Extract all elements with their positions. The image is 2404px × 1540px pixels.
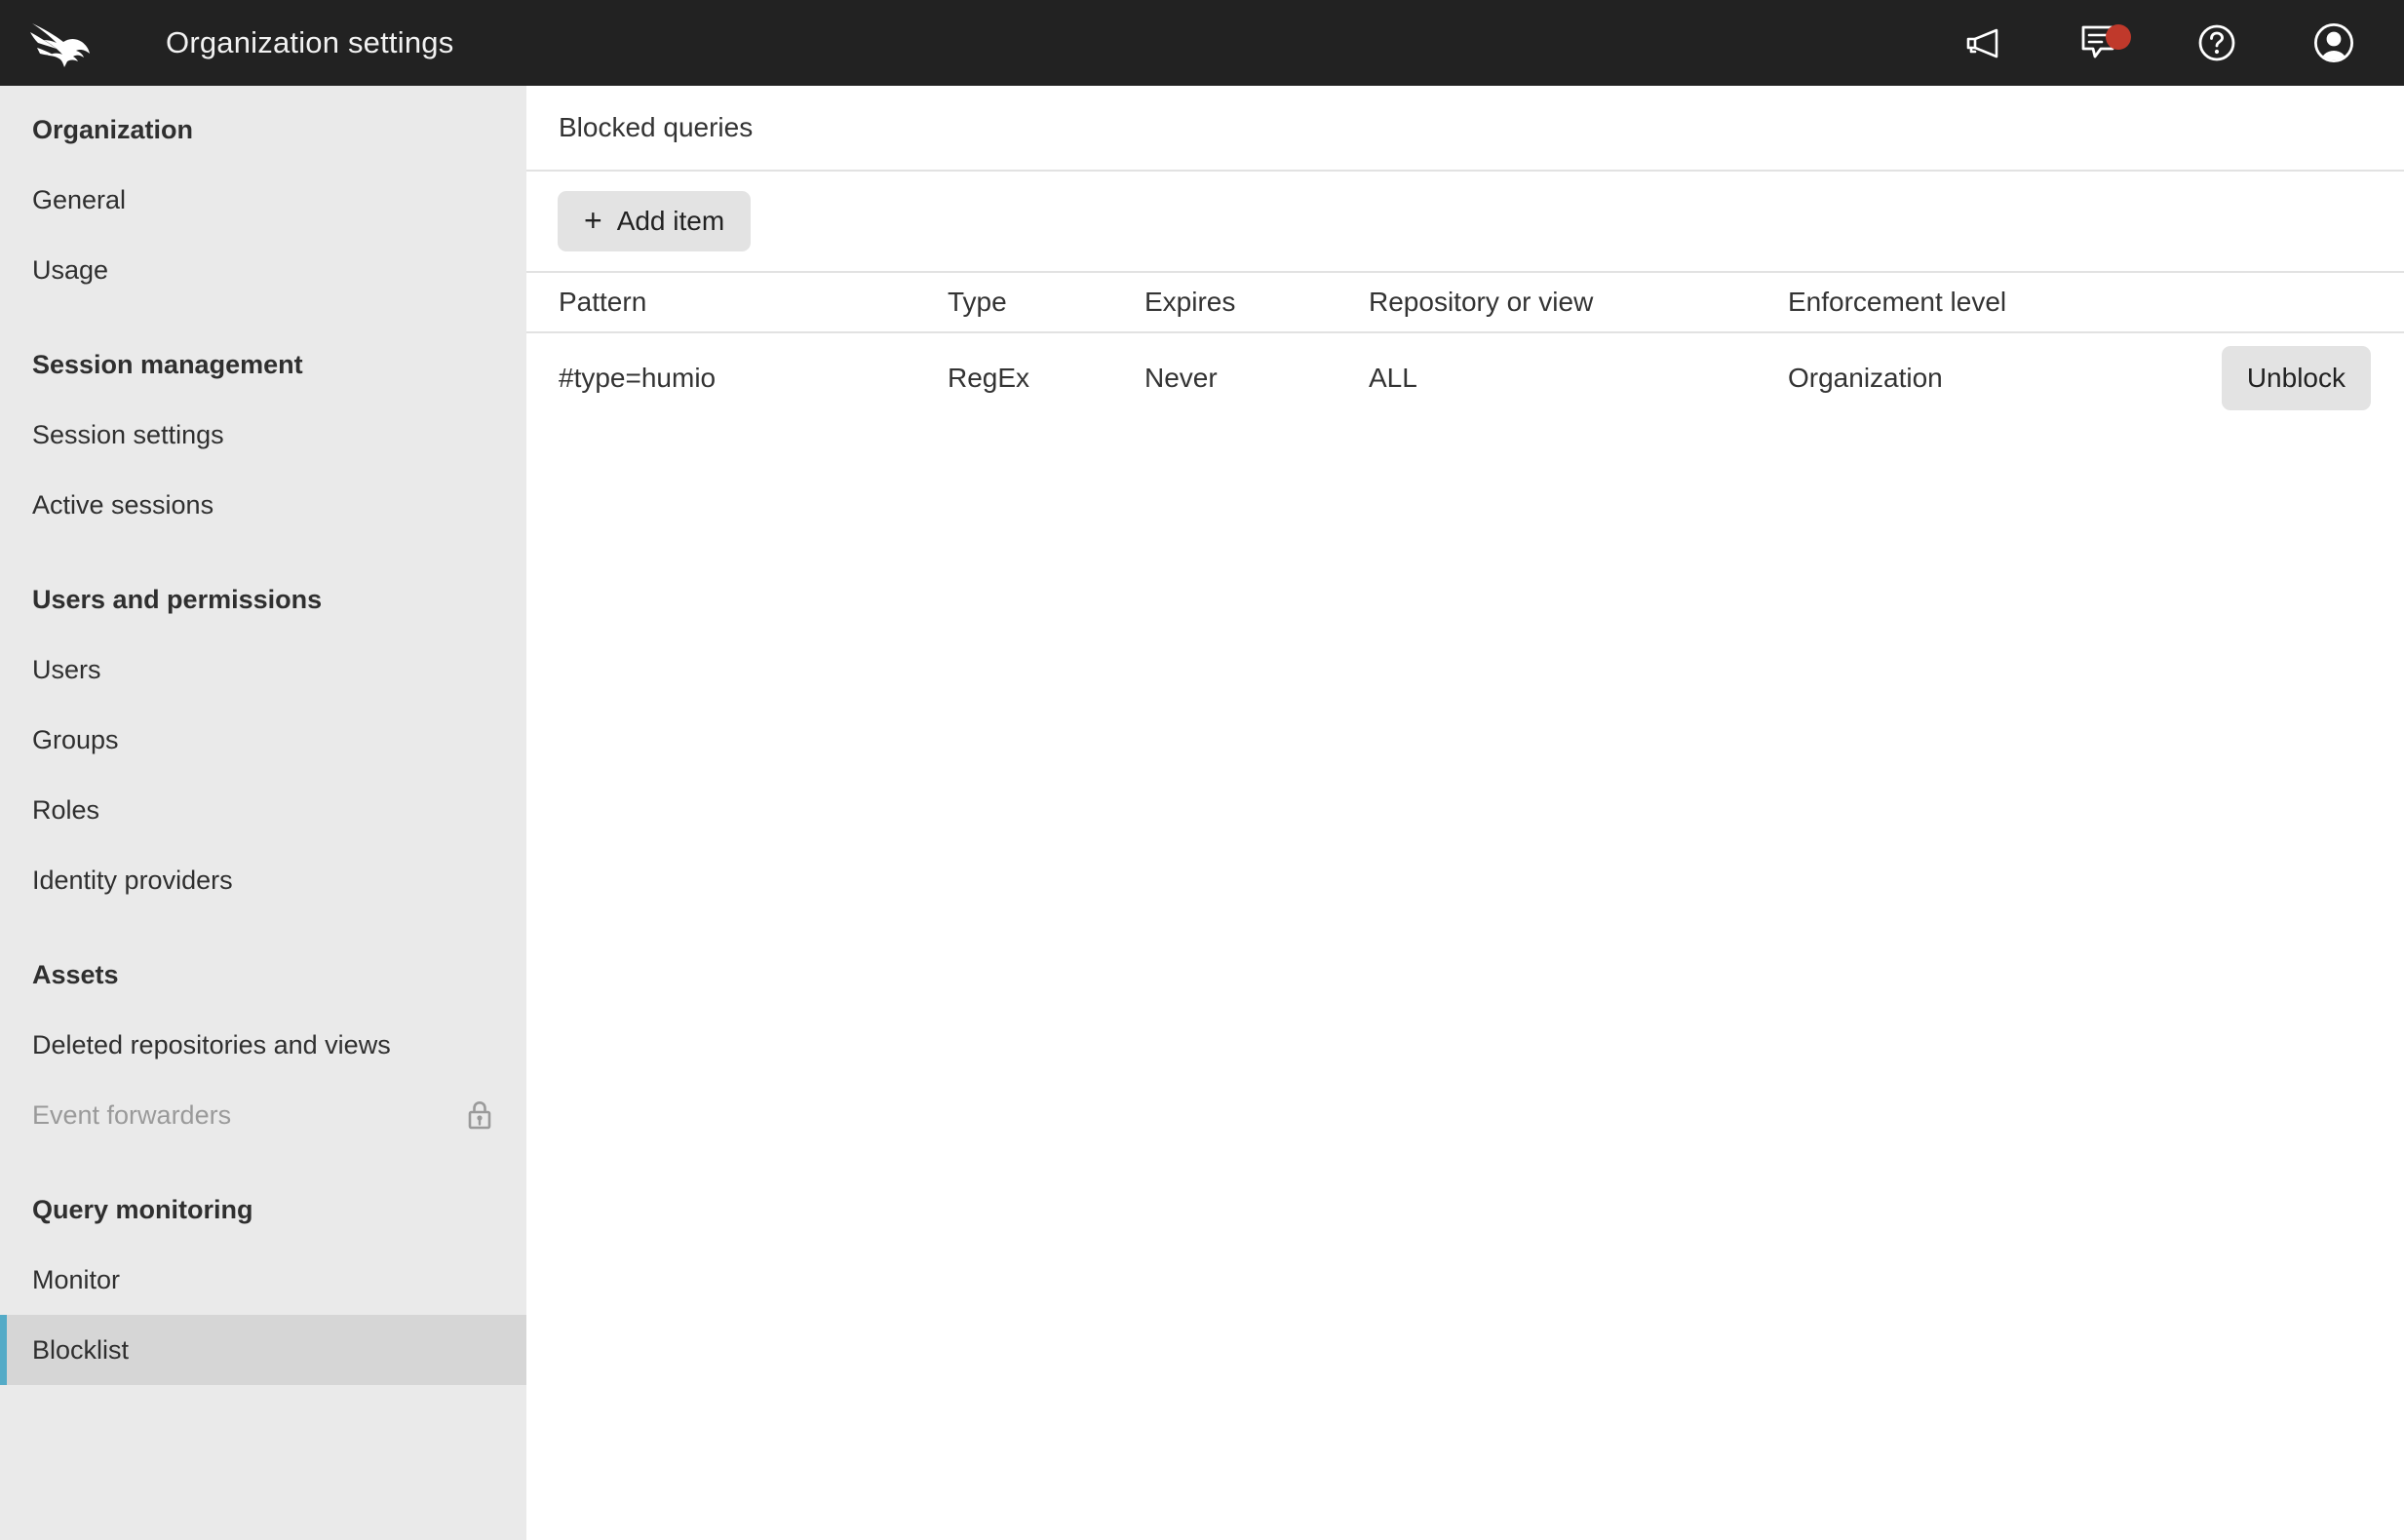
sidebar-item-label: General bbox=[32, 184, 127, 214]
cell-actions: Unblock bbox=[2207, 332, 2404, 422]
sidebar-item-users[interactable]: Users bbox=[0, 635, 526, 705]
sidebar-item-session-settings[interactable]: Session settings bbox=[0, 400, 526, 470]
sidebar-item-groups[interactable]: Groups bbox=[0, 705, 526, 775]
cell-enforcement-level: Organization bbox=[1788, 362, 1943, 393]
toolbar: + Add item bbox=[526, 172, 2404, 271]
cell-type: RegEx bbox=[948, 362, 1030, 393]
plus-icon: + bbox=[584, 203, 602, 238]
sidebar-item-label: Users bbox=[32, 654, 101, 684]
sidebar-item-roles[interactable]: Roles bbox=[0, 775, 526, 845]
table-row: #type=humio RegEx Never ALL Organization… bbox=[526, 332, 2404, 422]
sidebar-item-deleted-repositories-and-views[interactable]: Deleted repositories and views bbox=[0, 1010, 526, 1080]
sidebar-item-blocklist[interactable]: Blocklist bbox=[0, 1315, 526, 1385]
sidebar-item-label: Roles bbox=[32, 794, 100, 825]
notification-badge bbox=[2106, 24, 2131, 50]
sidebar-item-label: Session settings bbox=[32, 419, 224, 449]
sidebar-item-label: Event forwarders bbox=[32, 1099, 232, 1130]
app-title: Organization settings bbox=[166, 25, 454, 59]
main-content: Blocked queries + Add item Pattern Type … bbox=[526, 86, 2404, 1540]
page-title: Blocked queries bbox=[559, 112, 754, 142]
user-avatar-icon[interactable] bbox=[2297, 0, 2371, 86]
sidebar-item-monitor[interactable]: Monitor bbox=[0, 1245, 526, 1315]
sidebar-group-title-query-monitoring: Query monitoring bbox=[32, 1195, 253, 1224]
sidebar-item-general[interactable]: General bbox=[0, 165, 526, 235]
crowdstrike-falcon-logo[interactable] bbox=[14, 0, 107, 86]
sidebar-group-title-session-management: Session management bbox=[32, 350, 303, 379]
help-icon[interactable] bbox=[2180, 0, 2254, 86]
add-item-button-label: Add item bbox=[616, 206, 725, 236]
column-header-actions bbox=[2207, 272, 2404, 332]
lock-icon bbox=[465, 1099, 494, 1131]
top-bar: Organization settings bbox=[0, 0, 2404, 86]
unblock-button[interactable]: Unblock bbox=[2221, 345, 2371, 410]
sidebar-item-label: Groups bbox=[32, 724, 119, 754]
chat-icon[interactable] bbox=[2063, 0, 2137, 86]
cell-pattern: #type=humio bbox=[559, 362, 717, 393]
sidebar-item-label: Deleted repositories and views bbox=[32, 1029, 391, 1059]
sidebar: Organization General Usage Session manag… bbox=[0, 86, 526, 1540]
sidebar-item-label: Monitor bbox=[32, 1264, 121, 1294]
sidebar-item-identity-providers[interactable]: Identity providers bbox=[0, 845, 526, 915]
sidebar-item-usage[interactable]: Usage bbox=[0, 235, 526, 305]
sidebar-item-active-sessions[interactable]: Active sessions bbox=[0, 470, 526, 540]
sidebar-group-title-assets: Assets bbox=[32, 960, 119, 989]
sidebar-item-event-forwarders: Event forwarders bbox=[0, 1080, 526, 1150]
topbar-actions bbox=[1946, 0, 2404, 86]
table-header: Pattern Type Expires Repository or view … bbox=[526, 272, 2404, 332]
megaphone-icon[interactable] bbox=[1946, 0, 2020, 86]
column-header-type: Type bbox=[948, 287, 1007, 317]
column-header-expires: Expires bbox=[1144, 287, 1236, 317]
sidebar-group-title-organization: Organization bbox=[32, 115, 194, 144]
sidebar-item-label: Usage bbox=[32, 254, 109, 285]
table-header-row: Pattern Type Expires Repository or view … bbox=[526, 272, 2404, 332]
column-header-enforcement-level: Enforcement level bbox=[1788, 287, 2007, 317]
blocked-queries-table: Pattern Type Expires Repository or view … bbox=[526, 271, 2404, 422]
column-header-repository-or-view: Repository or view bbox=[1369, 287, 1594, 317]
sidebar-item-label: Blocklist bbox=[32, 1334, 130, 1365]
content-header: Blocked queries bbox=[526, 86, 2404, 172]
column-header-pattern: Pattern bbox=[559, 287, 647, 317]
table-body: #type=humio RegEx Never ALL Organization… bbox=[526, 332, 2404, 422]
add-item-button[interactable]: + Add item bbox=[558, 191, 752, 251]
cell-repository-or-view: ALL bbox=[1369, 362, 1417, 393]
cell-expires: Never bbox=[1144, 362, 1218, 393]
sidebar-group-title-users-and-permissions: Users and permissions bbox=[32, 585, 323, 614]
sidebar-item-label: Active sessions bbox=[32, 489, 214, 520]
sidebar-item-label: Identity providers bbox=[32, 865, 233, 895]
